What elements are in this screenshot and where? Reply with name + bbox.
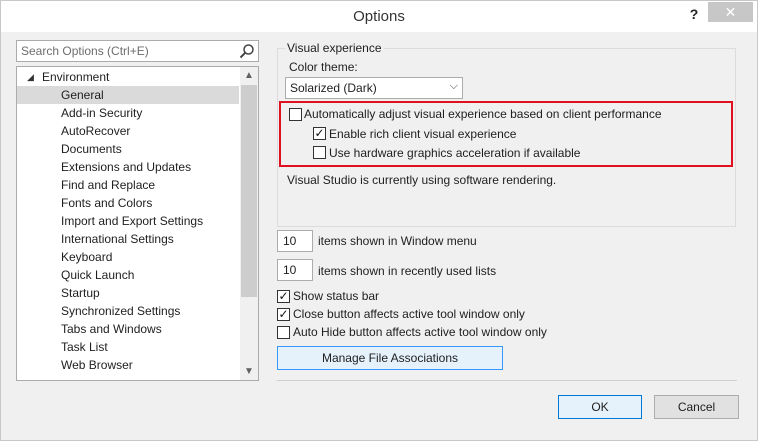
tree-item-label: Quick Launch [61,268,135,282]
auto-adjust-label: Automatically adjust visual experience b… [304,107,662,121]
tree-item-import-export-settings[interactable]: Import and Export Settings [17,212,239,230]
tree-item-add-in-security[interactable]: Add-in Security [17,104,239,122]
ok-button[interactable]: OK [558,395,642,419]
tree-item-label: Fonts and Colors [61,196,153,210]
hw-accel-label: Use hardware graphics acceleration if av… [329,146,581,160]
tree-item-label: Extensions and Updates [61,160,192,174]
title-bar: Options ? ✕ [1,1,757,33]
auto-hide-checkbox[interactable] [277,326,290,339]
visual-experience-legend: Visual experience [285,41,384,55]
search-box [16,40,259,62]
show-status-bar-checkbox[interactable]: ✓ [277,290,290,303]
dialog-title: Options [353,8,405,25]
tree-item-label: AutoRecover [61,124,131,138]
tree-item-keyboard[interactable]: Keyboard [17,248,239,266]
auto-hide-label: Auto Hide button affects active tool win… [293,325,547,339]
close-button-label: Close button affects active tool window … [293,307,525,321]
rich-client-label: Enable rich client visual experience [329,127,517,141]
tree-item-label: Find and Replace [61,178,156,192]
cancel-button[interactable]: Cancel [654,395,739,419]
tree-item-startup[interactable]: Startup [17,284,239,302]
tree-item-synchronized-settings[interactable]: Synchronized Settings [17,302,239,320]
tree-item-international-settings[interactable]: International Settings [17,230,239,248]
search-icon[interactable] [239,43,255,59]
options-tree: ◢ Environment General Add-in Security Au… [16,66,259,381]
window-menu-count-input[interactable]: 10 [277,230,313,252]
options-dialog: Options ? ✕ ◢ Environment General Add-in… [0,0,758,441]
tree-item-fonts-and-colors[interactable]: Fonts and Colors [17,194,239,212]
tree-item-label: Keyboard [61,250,113,264]
tree-item-label: International Settings [61,232,174,246]
tree-item-label: Add-in Security [61,106,143,120]
chevron-down-icon: ⌵ [449,80,458,92]
tree-item-find-and-replace[interactable]: Find and Replace [17,176,239,194]
scroll-up-icon[interactable]: ▲ [240,67,258,84]
scroll-down-icon[interactable]: ▼ [240,363,258,380]
hw-accel-checkbox[interactable] [313,146,326,159]
recent-lists-count-input[interactable]: 10 [277,259,313,281]
scroll-thumb[interactable] [241,85,257,297]
search-input[interactable] [19,43,229,59]
tree-item-label: Task List [61,340,108,354]
divider [277,380,737,381]
close-button[interactable]: ✕ [708,2,753,22]
tree-scrollbar[interactable]: ▲ ▼ [240,67,258,380]
tree-item-tabs-and-windows[interactable]: Tabs and Windows [17,320,239,338]
tree-item-task-list[interactable]: Task List [17,338,239,356]
tree-node-label: Environment [42,70,110,84]
manage-file-associations-button[interactable]: Manage File Associations [277,346,503,370]
color-theme-value: Solarized (Dark) [290,81,377,95]
tree-item-label: Tabs and Windows [61,322,162,336]
window-menu-count-label: items shown in Window menu [318,234,477,248]
tree-item-autorecover[interactable]: AutoRecover [17,122,239,140]
tree-item-general[interactable]: General [17,86,239,104]
show-status-bar-label: Show status bar [293,289,380,303]
recent-lists-count-label: items shown in recently used lists [318,264,497,278]
tree-item-label: Documents [61,142,122,156]
help-button[interactable]: ? [687,6,701,24]
expand-arrow-icon[interactable]: ◢ [27,68,34,86]
tree-item-web-browser[interactable]: Web Browser [17,356,239,374]
close-button-checkbox[interactable]: ✓ [277,308,290,321]
tree-item-label: Import and Export Settings [61,214,204,228]
tree-item-label: Startup [61,286,100,300]
rich-client-checkbox[interactable]: ✓ [313,127,326,140]
tree-item-label: General [61,88,104,102]
color-theme-label: Color theme: [289,60,358,74]
color-theme-select[interactable]: Solarized (Dark) ⌵ [285,77,463,99]
tree-item-label: Web Browser [61,358,133,372]
tree-item-extensions-and-updates[interactable]: Extensions and Updates [17,158,239,176]
auto-adjust-checkbox[interactable] [289,108,302,121]
tree-item-label: Synchronized Settings [61,304,181,318]
rendering-status-text: Visual Studio is currently using softwar… [287,173,557,187]
tree-item-quick-launch[interactable]: Quick Launch [17,266,239,284]
tree-item-documents[interactable]: Documents [17,140,239,158]
tree-node-environment[interactable]: ◢ Environment [17,68,239,86]
